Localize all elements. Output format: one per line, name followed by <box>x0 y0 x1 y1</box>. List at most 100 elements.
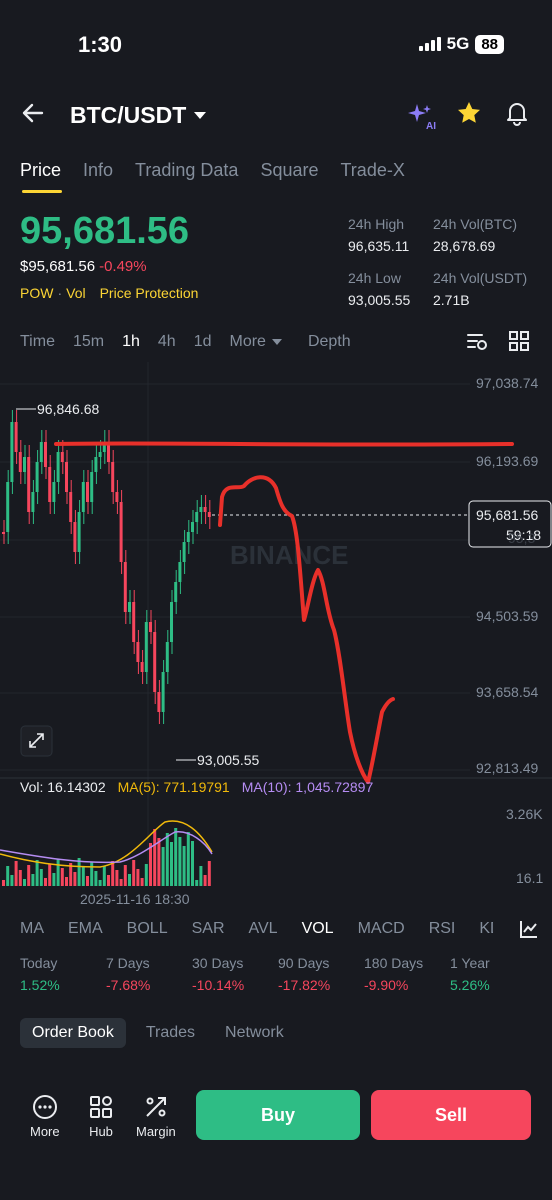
volume-bar <box>182 846 186 886</box>
volume-bar <box>10 875 14 886</box>
candle-body <box>98 452 102 457</box>
tf-1h[interactable]: 1h <box>122 333 140 351</box>
perf-value: -17.82% <box>278 977 331 993</box>
vol-ma10: MA(10): 1,045.72897 <box>241 779 374 795</box>
volume-bar <box>35 860 39 886</box>
tag-pow[interactable]: POW <box>20 285 53 301</box>
candle-body <box>14 422 18 452</box>
ai-sparkle-icon[interactable]: AI <box>406 102 436 132</box>
candle-body <box>90 472 94 502</box>
candle-body <box>39 442 43 462</box>
volume-bar <box>161 847 165 886</box>
tab-price[interactable]: Price <box>20 160 61 181</box>
volume-bar <box>52 873 56 886</box>
tab-trading-data[interactable]: Trading Data <box>135 160 238 181</box>
stat-label: 24h Low <box>348 270 401 286</box>
candle-body <box>94 457 98 472</box>
high-marker-label: 96,846.68 <box>37 401 99 417</box>
indicator-vol[interactable]: VOL <box>302 920 334 938</box>
24h-stats: 24h High 24h Vol(BTC) 96,635.11 28,678.6… <box>348 216 543 308</box>
chart-settings-icon[interactable] <box>466 330 488 357</box>
perf-label: 90 Days <box>278 955 330 971</box>
chevron-down-icon <box>271 339 282 345</box>
tab-trades[interactable]: Trades <box>136 1018 205 1048</box>
price-tick: 96,193.69 <box>476 453 538 469</box>
ai-badge: AI <box>426 120 436 132</box>
volume-bar <box>2 880 5 886</box>
indicator-settings-icon[interactable] <box>518 918 540 945</box>
candle-body <box>115 492 119 502</box>
tf-more[interactable]: More <box>229 333 282 351</box>
candle-body <box>119 502 123 562</box>
candle-body <box>65 462 68 492</box>
stat-label: 24h Vol(BTC) <box>433 216 518 232</box>
candle-body <box>111 462 115 492</box>
volume-bar <box>14 861 18 886</box>
tab-square[interactable]: Square <box>260 160 318 181</box>
stat-value: 28,678.69 <box>433 238 496 254</box>
candle-body <box>207 512 211 517</box>
candle-body <box>199 507 203 512</box>
expand-icon <box>20 725 53 757</box>
tf-depth[interactable]: Depth <box>308 333 351 351</box>
volume-bar <box>27 865 31 886</box>
volume-bar <box>102 866 106 886</box>
tf-15m[interactable]: 15m <box>73 333 104 351</box>
volume-bar <box>186 832 190 886</box>
tag-price-protection[interactable]: Price Protection <box>100 285 199 301</box>
candle-body <box>44 442 47 467</box>
status-indicators: 5G 88 <box>418 34 504 54</box>
price-tick: 97,038.74 <box>476 375 538 391</box>
tf-1d[interactable]: 1d <box>194 333 212 351</box>
volume-bar <box>191 841 194 886</box>
hub-grid-icon <box>90 1096 112 1118</box>
vol-value: Vol: 16.14302 <box>20 779 106 795</box>
stat-label: 24h High <box>348 216 405 232</box>
drawn-resistance-line <box>54 441 514 447</box>
sell-button[interactable]: Sell <box>371 1090 531 1140</box>
margin-label: Margin <box>136 1124 176 1139</box>
margin-button[interactable]: Margin <box>136 1094 176 1139</box>
tab-trade-x[interactable]: Trade-X <box>340 160 404 181</box>
volume-bar <box>6 866 10 886</box>
indicator-ema[interactable]: EMA <box>68 920 103 938</box>
tf-time[interactable]: Time <box>20 333 55 351</box>
indicator-macd[interactable]: MACD <box>358 920 405 938</box>
candle-body <box>149 622 152 632</box>
grid-layout-icon[interactable] <box>508 330 530 357</box>
tf-4h[interactable]: 4h <box>158 333 176 351</box>
volume-bar <box>90 862 94 886</box>
more-button[interactable]: More <box>30 1094 60 1139</box>
stat-value: 2.71B <box>433 292 470 308</box>
bell-icon[interactable] <box>504 100 530 131</box>
tag-vol[interactable]: Vol <box>66 285 85 301</box>
pair-title: BTC/USDT <box>70 102 187 128</box>
back-arrow-icon[interactable] <box>20 100 46 131</box>
volume-bar <box>77 858 81 886</box>
tab-info[interactable]: Info <box>83 160 113 181</box>
volume-bar <box>98 880 102 886</box>
indicator-boll[interactable]: BOLL <box>127 920 168 938</box>
candle-body <box>73 522 77 552</box>
tab-network[interactable]: Network <box>215 1018 294 1048</box>
candle-body <box>157 692 161 712</box>
vol-tick: 3.26K <box>506 806 543 822</box>
candle-body <box>178 562 182 582</box>
star-icon[interactable] <box>456 100 482 131</box>
indicator-sar[interactable]: SAR <box>192 920 225 938</box>
hub-button[interactable]: Hub <box>88 1094 114 1139</box>
volume-bar <box>23 879 26 886</box>
margin-icon <box>146 1097 166 1117</box>
indicator-bar: MA EMA BOLL SAR AVL VOL MACD RSI KD <box>20 920 493 938</box>
tab-order-book[interactable]: Order Book <box>20 1018 126 1048</box>
indicator-rsi[interactable]: RSI <box>429 920 456 938</box>
hub-label: Hub <box>89 1124 113 1139</box>
indicator-avl[interactable]: AVL <box>249 920 278 938</box>
indicator-kd[interactable]: KD <box>479 920 493 938</box>
price-chart[interactable]: BINANCE 96,846.68 93,005.55 95,681.56 59… <box>0 362 552 907</box>
indicator-ma[interactable]: MA <box>20 920 44 938</box>
buy-button[interactable]: Buy <box>196 1090 360 1140</box>
pair-selector[interactable]: BTC/USDT <box>70 102 207 129</box>
candle-body <box>2 532 5 534</box>
candle-body <box>18 452 22 472</box>
